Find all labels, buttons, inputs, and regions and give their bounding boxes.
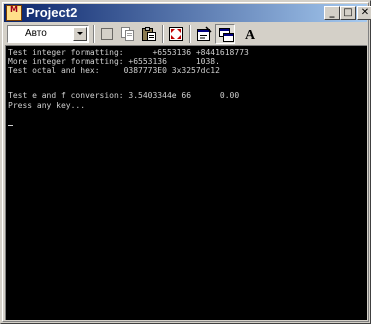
font-button[interactable]: A	[240, 24, 260, 44]
toolbar-separator	[189, 25, 191, 43]
app-icon[interactable]: M	[6, 5, 22, 21]
console-line: More integer formatting: +6553136 1038.	[8, 57, 220, 66]
maximize-button[interactable]: □	[340, 6, 356, 20]
font-size-value: Авто	[25, 28, 47, 39]
toolbar-separator	[93, 25, 95, 43]
chevron-down-icon[interactable]	[73, 27, 87, 41]
font-size-select[interactable]: Авто	[7, 25, 89, 43]
mark-icon	[101, 28, 113, 40]
title-bar[interactable]: M Project2 _ □ ✕	[4, 4, 371, 22]
properties-icon	[197, 26, 212, 41]
text-cursor	[8, 125, 13, 126]
properties-button[interactable]	[194, 24, 214, 44]
mark-button[interactable]	[97, 24, 117, 44]
toolbar-separator	[162, 25, 164, 43]
copy-icon	[121, 27, 134, 41]
font-icon: A	[245, 28, 256, 42]
toolbar: Авто A	[4, 23, 367, 45]
paste-icon	[142, 27, 156, 41]
background-icon	[219, 28, 234, 42]
console-output[interactable]: Test integer formatting: +6553136 +84416…	[5, 45, 367, 320]
console-line: Test integer formatting: +6553136 +84416…	[8, 48, 249, 57]
console-window: M Project2 _ □ ✕ Авто A Test integer for…	[0, 0, 371, 324]
console-line: Test e and f conversion: 3.5403344e 66 0…	[8, 91, 240, 100]
window-title: Project2	[26, 5, 78, 20]
minimize-button[interactable]: _	[324, 6, 340, 20]
svg-text:A: A	[245, 28, 256, 42]
console-line: Test octal and hex: 0387773E0 3x3257dc12	[8, 66, 220, 75]
paste-button[interactable]	[139, 24, 159, 44]
copy-button[interactable]	[118, 24, 138, 44]
fullscreen-icon	[169, 27, 183, 41]
background-button[interactable]	[215, 24, 235, 44]
close-button[interactable]: ✕	[357, 6, 371, 20]
fullscreen-button[interactable]	[166, 24, 186, 44]
console-line: Press any key...	[8, 101, 86, 110]
